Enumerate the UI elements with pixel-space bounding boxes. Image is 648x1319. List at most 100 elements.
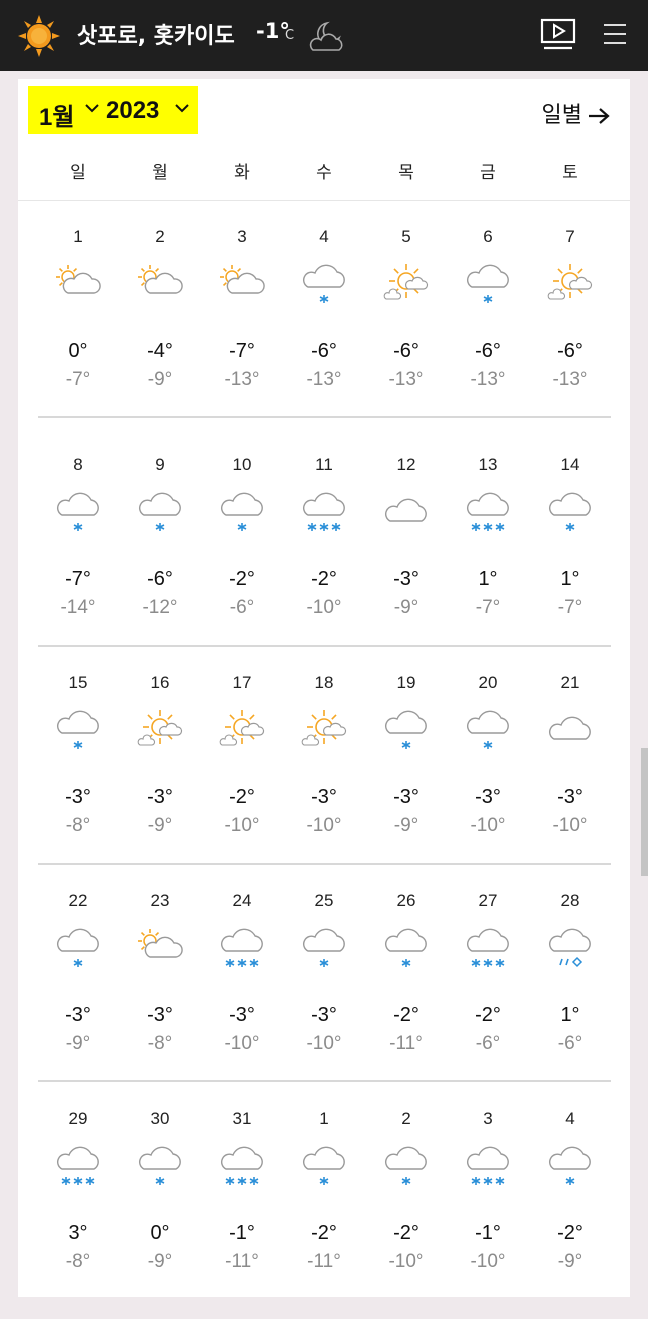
snow-icon	[466, 264, 509, 303]
day-cell[interactable]: 28 1° -6°	[529, 891, 611, 1101]
heavy-snow-icon	[220, 1146, 263, 1185]
video-play-icon[interactable]	[540, 18, 576, 50]
day-cell[interactable]: 12 -3° -9°	[365, 455, 447, 665]
snow-icon	[220, 492, 263, 531]
day-cell[interactable]: 15 -3° -8°	[37, 673, 119, 883]
high-temperature: -3°	[311, 786, 337, 808]
day-number: 26	[396, 891, 416, 910]
day-cell[interactable]: 11 -2° -10°	[283, 455, 365, 665]
day-cell[interactable]: 1 0° -7°	[37, 227, 119, 437]
snow-icon	[138, 492, 181, 531]
low-temperature: -9°	[147, 1251, 173, 1272]
day-number: 3	[237, 227, 247, 246]
day-cell[interactable]: 9 -6° -12°	[119, 455, 201, 665]
high-temperature: -3°	[393, 568, 419, 590]
day-cell[interactable]: 22 -3° -9°	[37, 891, 119, 1101]
day-number: 19	[396, 673, 416, 692]
week-divider	[38, 1080, 611, 1082]
week-divider	[38, 863, 611, 865]
low-temperature: -9°	[393, 597, 419, 618]
day-cell[interactable]: 7 -6° -13°	[529, 227, 611, 437]
daily-view-link[interactable]: 일별	[542, 97, 610, 129]
day-cell[interactable]: 13 1° -7°	[447, 455, 529, 665]
day-cell[interactable]: 31 -1° -11°	[201, 1109, 283, 1319]
high-temperature: -3°	[65, 786, 91, 808]
mostly-sunny-icon	[383, 264, 429, 300]
day-cell[interactable]: 5 -6° -13°	[365, 227, 447, 437]
scrollbar-thumb[interactable]	[641, 748, 648, 876]
arrow-right-icon	[589, 108, 610, 124]
month-year-selector[interactable]: 1월 2023	[28, 86, 198, 134]
high-temperature: -4°	[147, 340, 173, 362]
day-cell[interactable]: 26 -2° -11°	[365, 891, 447, 1101]
day-cell[interactable]: 17 -2° -10°	[201, 673, 283, 883]
low-temperature: -7°	[557, 597, 583, 618]
high-temperature: -1°	[229, 1222, 255, 1244]
high-temperature: -2°	[311, 1222, 337, 1244]
high-temperature: -3°	[311, 1004, 337, 1026]
sun-logo-icon[interactable]	[18, 15, 60, 57]
heavy-snow-icon	[220, 928, 263, 967]
day-number: 11	[315, 455, 333, 474]
day-cell[interactable]: 1 -2° -11°	[283, 1109, 365, 1319]
day-cell[interactable]: 10 -2° -6°	[201, 455, 283, 665]
low-temperature: -8°	[65, 815, 91, 836]
hamburger-menu-icon[interactable]	[604, 24, 626, 46]
snow-icon	[302, 1146, 345, 1185]
heavy-snow-icon	[466, 1146, 509, 1185]
high-temperature: 0°	[150, 1222, 170, 1244]
day-cell[interactable]: 23 -3° -8°	[119, 891, 201, 1101]
chevron-down-icon[interactable]	[84, 102, 100, 114]
temperature-unit: C	[285, 28, 295, 43]
day-cell[interactable]: 4 -6° -13°	[283, 227, 365, 437]
high-temperature: -3°	[147, 1004, 173, 1026]
day-number: 6	[483, 227, 493, 246]
day-cell[interactable]: 21 -3° -10°	[529, 673, 611, 883]
day-number: 22	[68, 891, 88, 910]
weekday-label: 토	[562, 163, 578, 183]
high-temperature: 1°	[478, 568, 498, 590]
day-number: 7	[565, 227, 575, 246]
day-number: 25	[314, 891, 334, 910]
heavy-snow-icon	[466, 928, 509, 967]
high-temperature: 3°	[68, 1222, 88, 1244]
day-cell[interactable]: 27 -2° -6°	[447, 891, 529, 1101]
snow-icon	[384, 1146, 427, 1185]
day-number: 8	[73, 455, 83, 474]
day-cell[interactable]: 3 -1° -10°	[447, 1109, 529, 1319]
day-cell[interactable]: 29 3° -8°	[37, 1109, 119, 1319]
low-temperature: -10°	[224, 815, 260, 836]
chevron-down-icon[interactable]	[174, 102, 190, 114]
low-temperature: -9°	[65, 1033, 91, 1054]
year-dropdown[interactable]: 2023	[106, 97, 159, 125]
day-number: 23	[150, 891, 170, 910]
day-cell[interactable]: 30 0° -9°	[119, 1109, 201, 1319]
day-cell[interactable]: 19 -3° -9°	[365, 673, 447, 883]
weekday-label: 목	[398, 163, 414, 183]
day-cell[interactable]: 20 -3° -10°	[447, 673, 529, 883]
low-temperature: -10°	[306, 1033, 342, 1054]
day-cell[interactable]: 25 -3° -10°	[283, 891, 365, 1101]
day-cell[interactable]: 2 -4° -9°	[119, 227, 201, 437]
low-temperature: -10°	[470, 1251, 506, 1272]
week-divider	[38, 645, 611, 647]
day-cell[interactable]: 3 -7° -13°	[201, 227, 283, 437]
day-cell[interactable]: 4 -2° -9°	[529, 1109, 611, 1319]
day-cell[interactable]: 14 1° -7°	[529, 455, 611, 665]
high-temperature: -6°	[393, 340, 419, 362]
month-dropdown[interactable]: 1월	[39, 97, 74, 132]
snow-icon	[138, 1146, 181, 1185]
low-temperature: -10°	[224, 1033, 260, 1054]
day-cell[interactable]: 18 -3° -10°	[283, 673, 365, 883]
day-cell[interactable]: 16 -3° -9°	[119, 673, 201, 883]
day-number: 2	[155, 227, 165, 246]
location-title[interactable]: 삿포로, 홋카이도	[77, 18, 235, 50]
day-cell[interactable]: 24 -3° -10°	[201, 891, 283, 1101]
snow-icon	[302, 928, 345, 967]
day-cell[interactable]: 6 -6° -13°	[447, 227, 529, 437]
weekday-label: 수	[316, 163, 332, 183]
day-cell[interactable]: 8 -7° -14°	[37, 455, 119, 665]
day-cell[interactable]: 2 -2° -10°	[365, 1109, 447, 1319]
high-temperature: -2°	[475, 1004, 501, 1026]
day-number: 3	[483, 1109, 493, 1128]
